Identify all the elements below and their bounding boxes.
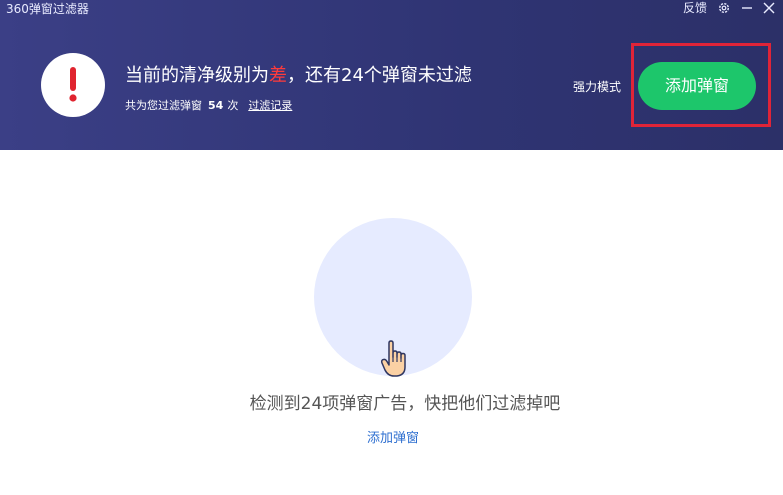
gear-icon[interactable] [717,1,731,15]
app-window: 360弹窗过滤器 反馈 当前的清净级别为差，还有24个弹窗未过滤 共为您过滤弹窗… [0,0,783,495]
detection-message: 检测到24项弹窗广告，快把他们过滤掉吧 [249,394,561,414]
pointing-hand-icon [380,340,406,377]
add-popup-button[interactable]: 添加弹窗 [638,62,756,110]
window-controls: 反馈 [683,0,775,16]
status-prefix: 当前的清净级别为 [125,65,269,86]
status-suffix: ，还有24个弹窗未过滤 [287,65,472,86]
alert-badge [41,53,105,117]
feedback-link[interactable]: 反馈 [683,0,707,16]
exclamation-icon [69,67,77,102]
add-popup-link[interactable]: 添加弹窗 [0,430,783,448]
app-title: 360弹窗过滤器 [6,2,89,16]
status-text: 当前的清净级别为差，还有24个弹窗未过滤 [125,63,472,89]
close-icon[interactable] [763,2,775,14]
filtered-prefix: 共为您过滤弹窗 [125,99,202,112]
history-link[interactable]: 过滤记录 [248,99,292,112]
power-mode-link[interactable]: 强力模式 [573,79,621,95]
filtered-unit: 次 [227,99,239,112]
filtered-count: 54 [208,99,224,112]
minimize-icon[interactable] [741,2,753,14]
status-level: 差 [269,65,287,86]
filter-summary: 共为您过滤弹窗 54 次过滤记录 [125,98,292,114]
header-banner: 360弹窗过滤器 反馈 当前的清净级别为差，还有24个弹窗未过滤 共为您过滤弹窗… [0,0,783,150]
